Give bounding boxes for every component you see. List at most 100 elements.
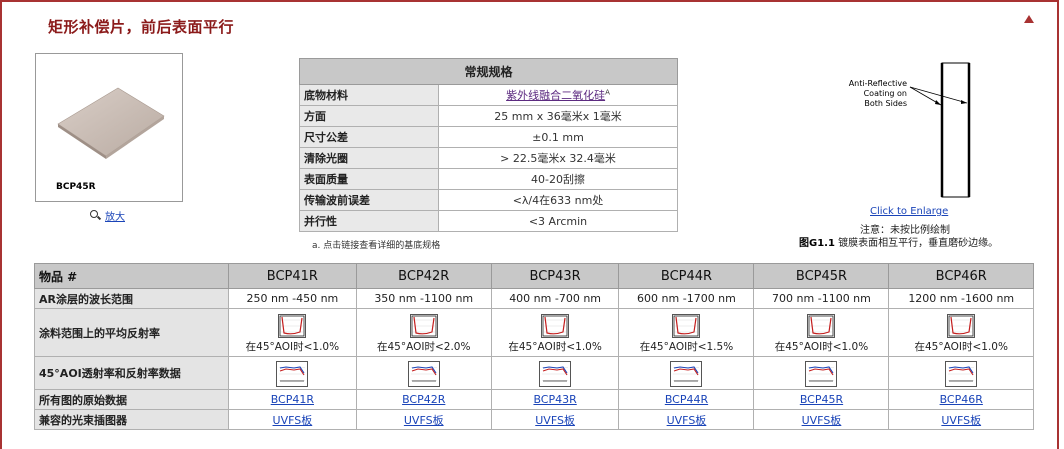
- reflectance-cell: 在45°AOI时<1.5%: [618, 308, 755, 357]
- reflectance-graph-icon[interactable]: [947, 313, 976, 338]
- transmission-cell[interactable]: [618, 356, 755, 390]
- mount-cell: UVFS板: [618, 409, 755, 430]
- row-label: AR涂层的波长范围: [34, 288, 229, 309]
- transmission-graph-icon[interactable]: [407, 360, 440, 387]
- row-label: 45°AOI透射率和反射率数据: [34, 356, 229, 390]
- raw-data-link[interactable]: BCP45R: [800, 393, 843, 406]
- transmission-cell[interactable]: [888, 356, 1034, 390]
- mount-link[interactable]: UVFS板: [535, 414, 575, 427]
- row-label: 涂料范围上的平均反射率: [34, 308, 229, 357]
- spec-table: 常规规格 底物材料 紫外线融合二氧化硅A 方面 25 mm x 36毫米x 1毫…: [299, 58, 678, 232]
- substrate-link[interactable]: 紫外线融合二氧化硅: [506, 89, 605, 102]
- transmission-graph-icon[interactable]: [276, 360, 309, 387]
- mount-link[interactable]: UVFS板: [667, 414, 707, 427]
- item-number: BCP44R: [618, 263, 755, 289]
- reflectance-value: 在45°AOI时<1.0%: [508, 340, 602, 353]
- side-view-diagram[interactable]: Anti-Reflective Coating on Both Sides: [832, 57, 992, 207]
- transmission-cell[interactable]: [228, 356, 357, 390]
- spec-row: 并行性 <3 Arcmin: [299, 210, 678, 232]
- reflectance-value: 在45°AOI时<2.0%: [377, 340, 471, 353]
- raw-data-link[interactable]: BCP41R: [271, 393, 314, 406]
- table-row: 兼容的光束插图器 UVFS板 UVFS板 UVFS板 UVFS板 UVFS板 U…: [34, 409, 1034, 430]
- mount-cell: UVFS板: [355, 409, 492, 430]
- enlarge-image-control[interactable]: 放大: [90, 208, 125, 223]
- mount-link[interactable]: UVFS板: [404, 414, 444, 427]
- section-frame: 矩形补偿片，前后表面平行 BCP45R 放大 常规规格 底物材料 紫外线融合二氧…: [0, 0, 1059, 449]
- table-row: 所有图的原始数据 BCP41R BCP42R BCP43R BCP44R BCP…: [34, 389, 1034, 410]
- spec-value: 25 mm x 36毫米x 1毫米: [438, 105, 678, 127]
- reflectance-value: 在45°AOI时<1.0%: [245, 340, 340, 353]
- transmission-graph-icon[interactable]: [945, 360, 978, 387]
- transmission-cell[interactable]: [355, 356, 492, 390]
- reflectance-graph-icon[interactable]: [672, 313, 701, 338]
- spec-footnote: a. 点击链接查看详细的基底规格: [312, 241, 441, 251]
- footnote-marker: A: [605, 88, 610, 97]
- reflectance-value: 在45°AOI时<1.5%: [639, 340, 734, 353]
- spec-value: 40-20刮擦: [438, 168, 678, 190]
- item-number: BCP43R: [490, 263, 620, 289]
- reflectance-cell: 在45°AOI时<2.0%: [355, 308, 492, 357]
- transmission-graph-icon[interactable]: [805, 360, 838, 387]
- mount-cell: UVFS板: [888, 409, 1034, 430]
- raw-data-link[interactable]: BCP46R: [940, 393, 983, 406]
- reflectance-graph-icon[interactable]: [409, 313, 438, 338]
- raw-data-link[interactable]: BCP42R: [402, 393, 445, 406]
- transmission-graph-icon[interactable]: [670, 360, 703, 387]
- spec-value: <λ/4在633 nm处: [438, 189, 678, 211]
- spec-value: <3 Arcmin: [438, 210, 678, 232]
- row-label: 兼容的光束插图器: [34, 409, 229, 430]
- transmission-cell[interactable]: [490, 356, 620, 390]
- spec-value: 紫外线融合二氧化硅A: [438, 84, 678, 106]
- item-number: BCP46R: [888, 263, 1034, 289]
- wavelength-cell: 400 nm -700 nm: [490, 288, 620, 309]
- row-label: 所有图的原始数据: [34, 389, 229, 410]
- reflectance-graph-icon[interactable]: [807, 313, 836, 338]
- mount-link[interactable]: UVFS板: [802, 414, 842, 427]
- diagram-enlarge-link[interactable]: Click to Enlarge: [870, 206, 948, 217]
- wavelength-cell: 350 nm -1100 nm: [355, 288, 492, 309]
- spec-label: 尺寸公差: [299, 126, 439, 148]
- raw-data-link[interactable]: BCP44R: [665, 393, 708, 406]
- enlarge-image-link[interactable]: 放大: [105, 208, 125, 223]
- raw-data-cell: BCP44R: [618, 389, 755, 410]
- reflectance-value: 在45°AOI时<1.0%: [914, 340, 1008, 353]
- wavelength-cell: 250 nm -450 nm: [228, 288, 357, 309]
- mount-cell: UVFS板: [753, 409, 890, 430]
- reflectance-cell: 在45°AOI时<1.0%: [888, 308, 1034, 357]
- spec-row: 底物材料 紫外线融合二氧化硅A: [299, 84, 678, 106]
- reflectance-value: 在45°AOI时<1.0%: [774, 340, 869, 353]
- reflectance-cell: 在45°AOI时<1.0%: [490, 308, 620, 357]
- spec-label: 表面质量: [299, 168, 439, 190]
- product-image-box[interactable]: BCP45R: [35, 53, 183, 202]
- spec-label: 传输波前误差: [299, 189, 439, 211]
- spec-row: 清除光圈 > 22.5毫米x 32.4毫米: [299, 147, 678, 169]
- wavelength-cell: 1200 nm -1600 nm: [888, 288, 1034, 309]
- transmission-graph-icon[interactable]: [539, 360, 572, 387]
- wavelength-cell: 700 nm -1100 nm: [753, 288, 890, 309]
- mount-link[interactable]: UVFS板: [941, 414, 981, 427]
- item-number: BCP42R: [355, 263, 492, 289]
- mount-cell: UVFS板: [228, 409, 357, 430]
- table-row: AR涂层的波长范围 250 nm -450 nm 350 nm -1100 nm…: [34, 288, 1034, 309]
- compensator-plate-image: [57, 87, 165, 159]
- spec-value: ±0.1 mm: [438, 126, 678, 148]
- reflectance-graph-icon[interactable]: [278, 313, 307, 338]
- spec-label: 方面: [299, 105, 439, 127]
- spec-label: 并行性: [299, 210, 439, 232]
- reflectance-graph-icon[interactable]: [541, 313, 570, 338]
- item-number: BCP45R: [753, 263, 890, 289]
- mount-link[interactable]: UVFS板: [273, 414, 313, 427]
- item-table: 物品 # BCP41R BCP42R BCP43R BCP44R BCP45R …: [34, 263, 1034, 430]
- mount-cell: UVFS板: [490, 409, 620, 430]
- raw-data-cell: BCP46R: [888, 389, 1034, 410]
- spec-value: > 22.5毫米x 32.4毫米: [438, 147, 678, 169]
- magnifier-icon[interactable]: [90, 210, 102, 221]
- figure-caption-text: 镀膜表面相互平行，垂直磨砂边缘。: [834, 238, 999, 249]
- spec-row: 尺寸公差 ±0.1 mm: [299, 126, 678, 148]
- plate-side-view-icon: [909, 62, 971, 198]
- item-header-label: 物品 #: [34, 263, 229, 289]
- transmission-cell[interactable]: [753, 356, 890, 390]
- raw-data-link[interactable]: BCP43R: [533, 393, 576, 406]
- back-to-top-icon[interactable]: [1024, 15, 1034, 23]
- item-number: BCP41R: [228, 263, 357, 289]
